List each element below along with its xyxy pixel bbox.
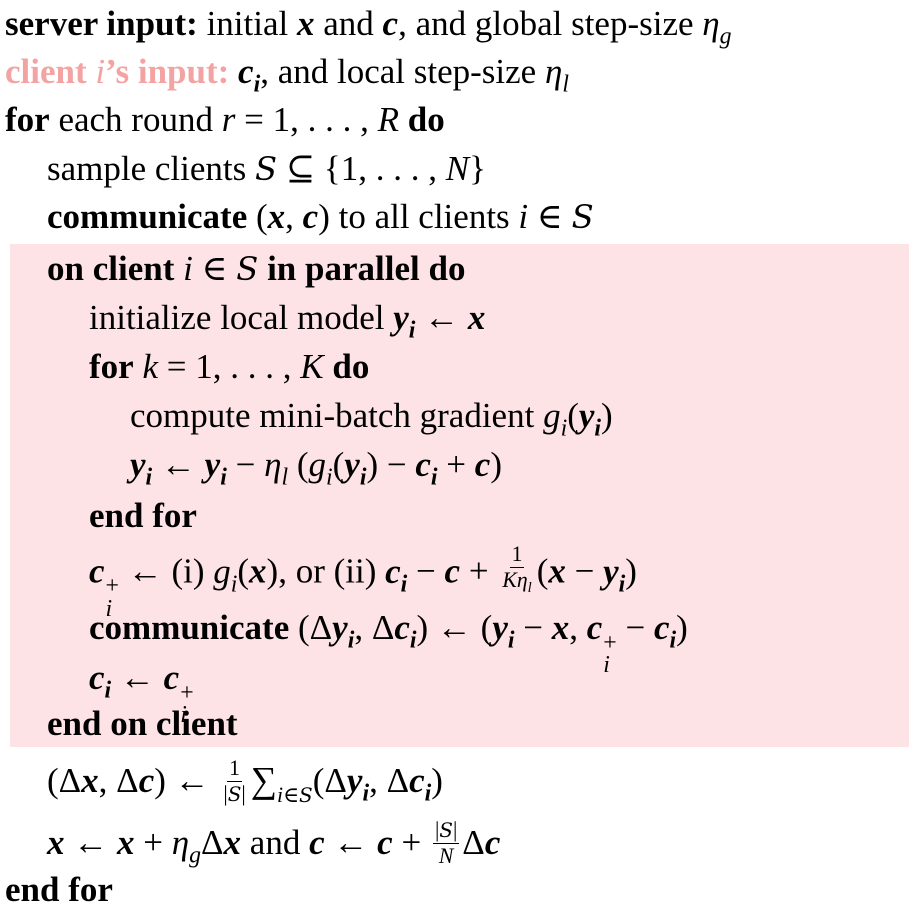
eta-g: ηg — [702, 4, 732, 50]
communicate-line: communicate (x, c) to all clients i ∈ S — [47, 197, 594, 236]
client-input-line: client i’s input: ci, and local step-siz… — [5, 48, 569, 98]
server-input-line: server input: initial x and c, and globa… — [5, 0, 732, 50]
global-step-text: , and global step-size — [398, 4, 703, 43]
server-update-line: x ← x + ηgΔx and c ← c + |S| N Δc — [47, 817, 501, 869]
ci-update-line: ci ← c + i — [89, 658, 194, 729]
var-x: x — [296, 4, 315, 43]
end-for-outer-line: end for — [5, 866, 113, 914]
end-for-keyword: end for — [89, 496, 197, 535]
end-for-inner-line: end for — [89, 492, 197, 540]
and-text: and — [314, 4, 383, 43]
end-on-client-keyword: end on client — [47, 704, 238, 743]
server-input-keyword: server input: — [5, 4, 198, 43]
for-k-line: for k = 1, . . . , K do — [89, 347, 370, 386]
for-round-line: for each round r = 1, . . . , R do — [5, 100, 445, 139]
update-y-line: yi ← yi − ηl (gi(yi) − ci + c) — [130, 445, 502, 491]
server-input-text: initial — [197, 4, 297, 43]
in-parallel-keyword: in parallel do — [258, 249, 466, 288]
on-client-line: on client i ∈ S in parallel do — [47, 249, 466, 288]
local-step-text: , and local step-size — [260, 52, 545, 91]
for-keyword: for — [5, 100, 50, 139]
var-c: c — [382, 4, 399, 43]
communicate-delta-line: communicate (Δyi, Δci) ← (yi − x, c + i − … — [89, 608, 688, 679]
compute-gradient-line: compute mini-batch gradient gi(yi) — [130, 396, 613, 442]
var-ci: ci — [238, 52, 261, 98]
sample-clients-line: sample clients S ⊆ {1, . . . , N} — [47, 149, 486, 188]
c-plus-line: c + i ← (i) gi(x), or (ii) ci − c + 1 Kηl (x… — [89, 542, 637, 622]
eta-l: ηl — [544, 52, 569, 98]
do-keyword: do — [407, 100, 445, 139]
end-for-final-keyword: end for — [5, 870, 113, 909]
aggregate-line: (Δx, Δc) ← 1 |S| ∑i∈S(Δyi, Δci) — [47, 755, 443, 807]
each-round-text: each round — [49, 100, 222, 139]
communicate-keyword: communicate — [47, 197, 248, 236]
on-client-keyword: on client — [47, 249, 184, 288]
client-input-keyword: client i’s input: — [5, 52, 230, 91]
end-on-client-line: end on client — [47, 700, 238, 748]
initialize-line: initialize local model yi ← x — [89, 298, 486, 344]
